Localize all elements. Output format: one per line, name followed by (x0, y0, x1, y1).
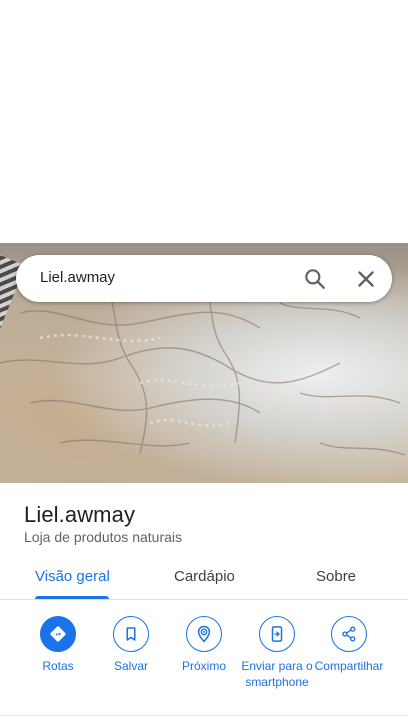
send-to-phone-label: Enviar para o smartphone (241, 659, 313, 689)
nearby-button[interactable]: Próximo (164, 616, 244, 674)
save-button[interactable]: Salvar (91, 616, 171, 674)
nearby-icon (186, 616, 222, 652)
send-to-phone-icon (259, 616, 295, 652)
place-category: Loja de produtos naturais (24, 529, 182, 545)
close-icon[interactable] (353, 266, 379, 292)
send-to-phone-button[interactable]: Enviar para o smartphone (237, 616, 317, 690)
tab-about[interactable]: Sobre (316, 568, 356, 585)
search-icon[interactable] (302, 266, 328, 292)
place-title: Liel.awmay (24, 502, 136, 527)
search-bar[interactable]: Liel.awmay (16, 255, 392, 302)
share-label: Compartilhar (314, 659, 384, 673)
share-icon (331, 616, 367, 652)
map-blank-area (0, 0, 408, 243)
directions-icon (40, 616, 76, 652)
bookmark-icon (113, 616, 149, 652)
tab-menu[interactable]: Cardápio (174, 568, 235, 585)
directions-button[interactable]: Rotas (18, 616, 98, 674)
nearby-label: Próximo (181, 659, 226, 673)
save-label: Salvar (113, 659, 148, 673)
directions-label: Rotas (42, 659, 74, 673)
divider (0, 715, 408, 716)
tab-overview[interactable]: Visão geral (35, 568, 110, 585)
place-tabs: Visão geral Cardápio Sobre (0, 560, 408, 600)
active-tab-indicator (35, 596, 109, 599)
search-input[interactable]: Liel.awmay (40, 269, 115, 286)
share-button[interactable]: Compartilhar (309, 616, 389, 674)
